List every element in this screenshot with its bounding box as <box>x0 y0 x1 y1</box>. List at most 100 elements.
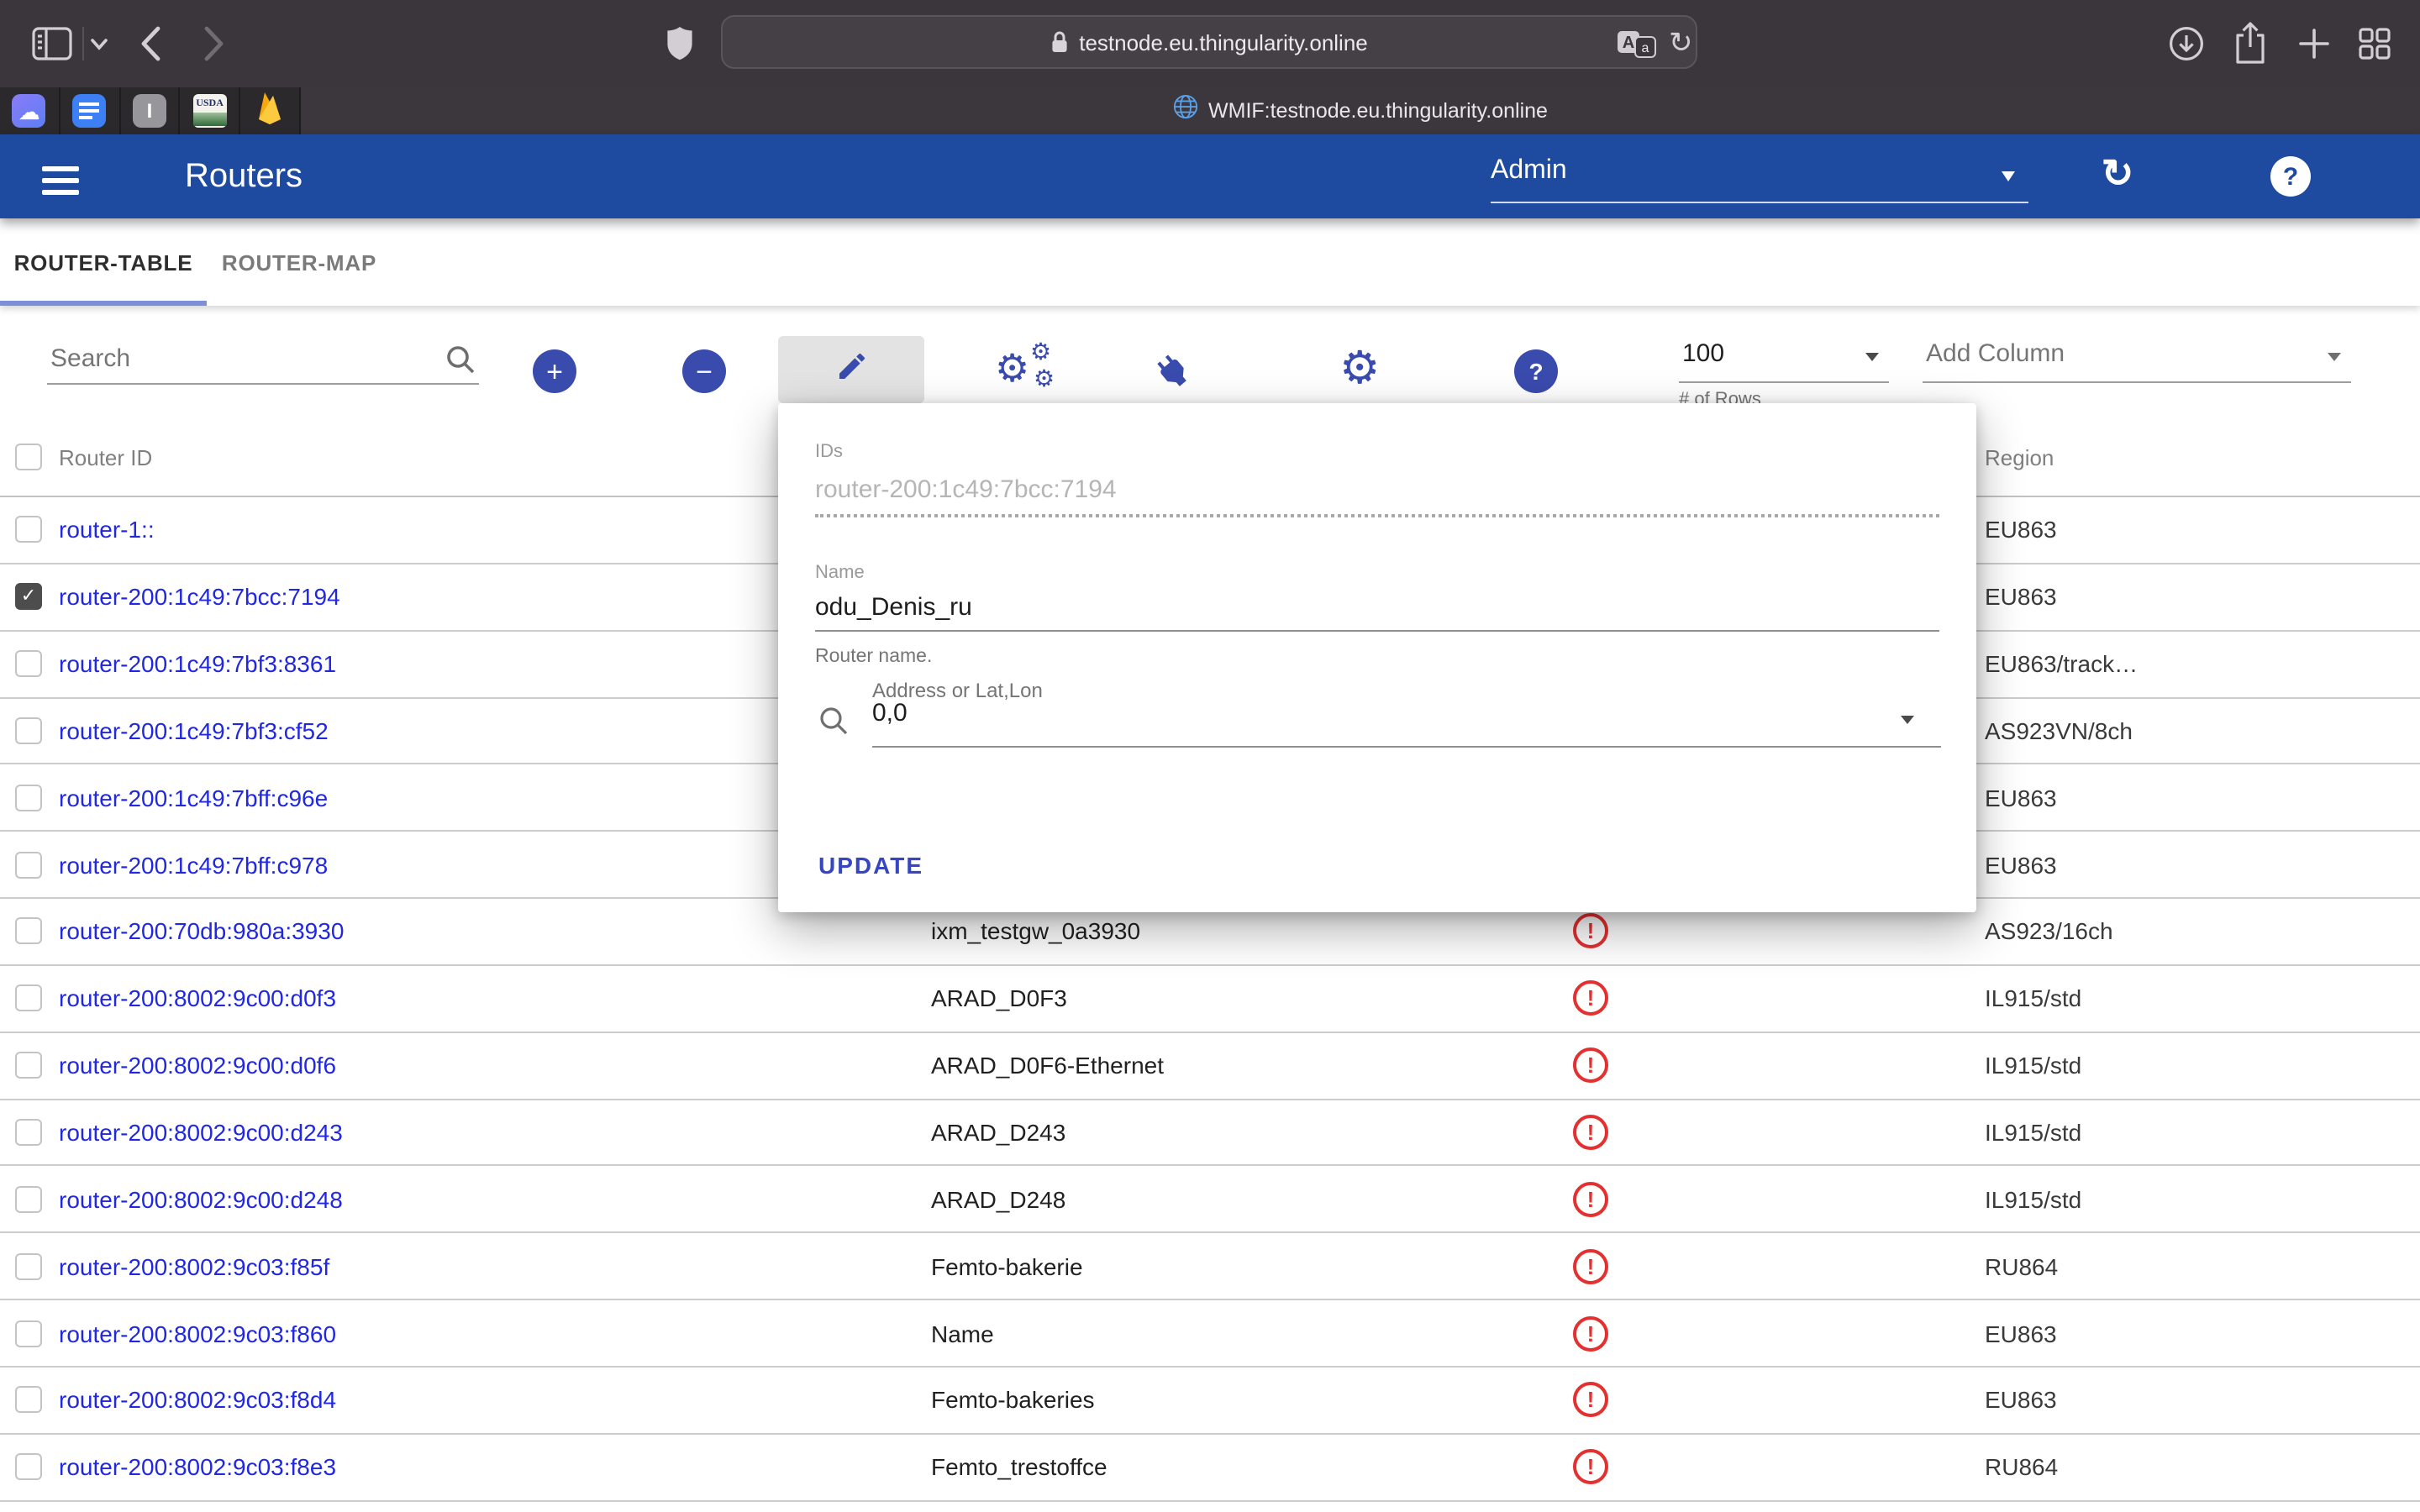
remove-button[interactable]: − <box>682 349 726 393</box>
alert-icon[interactable]: ! <box>1573 1182 1608 1217</box>
row-checkbox[interactable] <box>15 1119 42 1146</box>
router-region: IL915/std <box>1985 1119 2081 1146</box>
row-checkbox[interactable] <box>15 1186 42 1213</box>
cloud-icon: ☁ <box>13 94 46 128</box>
edit-button[interactable] <box>778 336 924 403</box>
table-row: router-200:8002:9c03:f8d4 Femto-bakeries… <box>0 1368 2420 1435</box>
chevron-down-icon[interactable] <box>1901 716 1914 724</box>
router-region: EU863 <box>1985 584 2057 611</box>
sidebar-icon[interactable] <box>32 27 72 60</box>
router-id-link[interactable]: router-200:1c49:7bf3:8361 <box>59 650 336 677</box>
privacy-shield-icon[interactable] <box>666 25 694 62</box>
url-text: testnode.eu.thingularity.online <box>1079 29 1368 55</box>
forward-button[interactable] <box>203 25 225 62</box>
menu-icon[interactable] <box>42 166 79 202</box>
settings-button[interactable]: ⚙ <box>1339 346 1380 391</box>
chevron-down-icon <box>2002 171 2015 181</box>
router-id-link[interactable]: router-200:8002:9c03:f8d4 <box>59 1387 336 1414</box>
alert-icon[interactable]: ! <box>1573 1047 1608 1083</box>
router-id-link[interactable]: router-200:8002:9c00:d248 <box>59 1186 343 1213</box>
router-id-link[interactable]: router-200:1c49:7bf3:cf52 <box>59 717 329 744</box>
downloads-icon[interactable] <box>2168 25 2205 62</box>
plug-icon <box>1144 342 1208 407</box>
refresh-button[interactable]: ↻ <box>2096 148 2139 198</box>
update-button[interactable]: UPDATE <box>818 852 923 879</box>
search-input[interactable]: Search <box>47 336 479 385</box>
rows-per-page-select[interactable]: 100 <box>1679 333 1889 383</box>
share-icon[interactable] <box>2232 20 2269 66</box>
alert-icon[interactable]: ! <box>1573 1115 1608 1150</box>
pinned-tab-firebase[interactable] <box>240 87 301 134</box>
table-help-button[interactable]: ? <box>1514 349 1558 393</box>
back-button[interactable] <box>139 25 161 62</box>
router-region: IL915/std <box>1985 985 2081 1012</box>
address-bar[interactable]: testnode.eu.thingularity.online <box>721 15 1697 69</box>
translate-icon[interactable]: A a <box>1617 30 1657 59</box>
pinned-tab-info[interactable]: I <box>120 87 181 134</box>
column-header-router-id: Router ID <box>59 417 152 497</box>
router-name: Femto-bakeries <box>931 1387 1095 1414</box>
alert-icon[interactable]: ! <box>1573 981 1608 1016</box>
add-button[interactable]: + <box>533 349 576 393</box>
name-label: Name <box>815 563 865 583</box>
add-column-select[interactable]: Add Column <box>1923 333 2351 383</box>
alert-icon[interactable]: ! <box>1573 914 1608 949</box>
row-checkbox[interactable] <box>15 1320 42 1347</box>
router-id-link[interactable]: router-200:1c49:7bff:c978 <box>59 851 328 878</box>
alert-icon[interactable]: ! <box>1573 1315 1608 1351</box>
tab-overview-icon[interactable] <box>2358 27 2391 60</box>
router-id-link[interactable]: router-200:1c49:7bcc:7194 <box>59 584 340 611</box>
chevron-down-icon[interactable] <box>91 39 108 50</box>
divider <box>872 746 1941 748</box>
connect-button[interactable] <box>1155 349 1197 400</box>
router-id-link[interactable]: router-1:: <box>59 517 155 543</box>
alert-icon[interactable]: ! <box>1573 1449 1608 1484</box>
tab-router-map[interactable]: ROUTER-MAP <box>207 218 392 306</box>
address-field[interactable]: 0,0 <box>872 699 908 727</box>
router-id-link[interactable]: router-200:8002:9c03:f8e3 <box>59 1453 336 1480</box>
row-checkbox[interactable] <box>15 1453 42 1480</box>
globe-icon <box>1173 94 1198 128</box>
active-tab[interactable]: WMIF:testnode.eu.thingularity.online <box>301 87 2420 134</box>
pinned-tab-docs[interactable] <box>60 87 121 134</box>
router-region: EU863/track… <box>1985 650 2138 677</box>
row-checkbox[interactable] <box>15 1387 42 1414</box>
divider <box>815 514 1939 517</box>
row-checkbox[interactable] <box>15 985 42 1012</box>
tab-router-table[interactable]: ROUTER-TABLE <box>0 218 207 306</box>
new-tab-icon[interactable] <box>2296 25 2333 62</box>
tab-bar: ☁ I USDA WMIF:testnode.eu.thingularity <box>0 87 2420 134</box>
svg-text:A: A <box>1623 34 1634 52</box>
router-id-link[interactable]: router-200:8002:9c00:d243 <box>59 1119 343 1146</box>
alert-icon[interactable]: ! <box>1573 1248 1608 1284</box>
router-id-link[interactable]: router-200:70db:980a:3930 <box>59 918 344 945</box>
row-checkbox[interactable] <box>15 650 42 677</box>
pinned-tab-usda[interactable]: USDA <box>181 87 241 134</box>
row-checkbox[interactable] <box>15 1052 42 1079</box>
row-checkbox[interactable] <box>15 918 42 945</box>
router-id-link[interactable]: router-200:8002:9c00:d0f6 <box>59 1052 336 1079</box>
ids-label: IDs <box>815 442 843 462</box>
reload-icon[interactable]: ↻ <box>1669 27 1693 60</box>
batch-config-button[interactable]: ⚙ ⚙ ⚙ <box>995 343 1062 400</box>
router-id-link[interactable]: router-200:8002:9c03:f85f <box>59 1252 329 1279</box>
pinned-tab-cloud[interactable]: ☁ <box>0 87 60 134</box>
chevron-down-icon <box>1865 353 1879 361</box>
row-checkbox[interactable] <box>15 785 42 811</box>
row-checkbox[interactable] <box>15 851 42 878</box>
router-name: ARAD_D243 <box>931 1119 1065 1146</box>
help-button[interactable]: ? <box>2270 156 2311 197</box>
row-checkbox[interactable] <box>15 1252 42 1279</box>
lock-icon <box>1050 30 1069 54</box>
row-checkbox[interactable]: ✓ <box>15 584 42 611</box>
name-field[interactable]: odu_Denis_ru <box>815 593 972 622</box>
select-all-checkbox[interactable] <box>15 444 42 470</box>
row-checkbox[interactable] <box>15 717 42 744</box>
router-id-link[interactable]: router-200:8002:9c00:d0f3 <box>59 985 336 1012</box>
router-id-link[interactable]: router-200:1c49:7bff:c96e <box>59 785 328 811</box>
row-checkbox[interactable] <box>15 517 42 543</box>
router-region: EU863 <box>1985 785 2057 811</box>
router-id-link[interactable]: router-200:8002:9c03:f860 <box>59 1320 336 1347</box>
user-menu-select[interactable]: Admin <box>1491 151 2028 203</box>
alert-icon[interactable]: ! <box>1573 1383 1608 1418</box>
